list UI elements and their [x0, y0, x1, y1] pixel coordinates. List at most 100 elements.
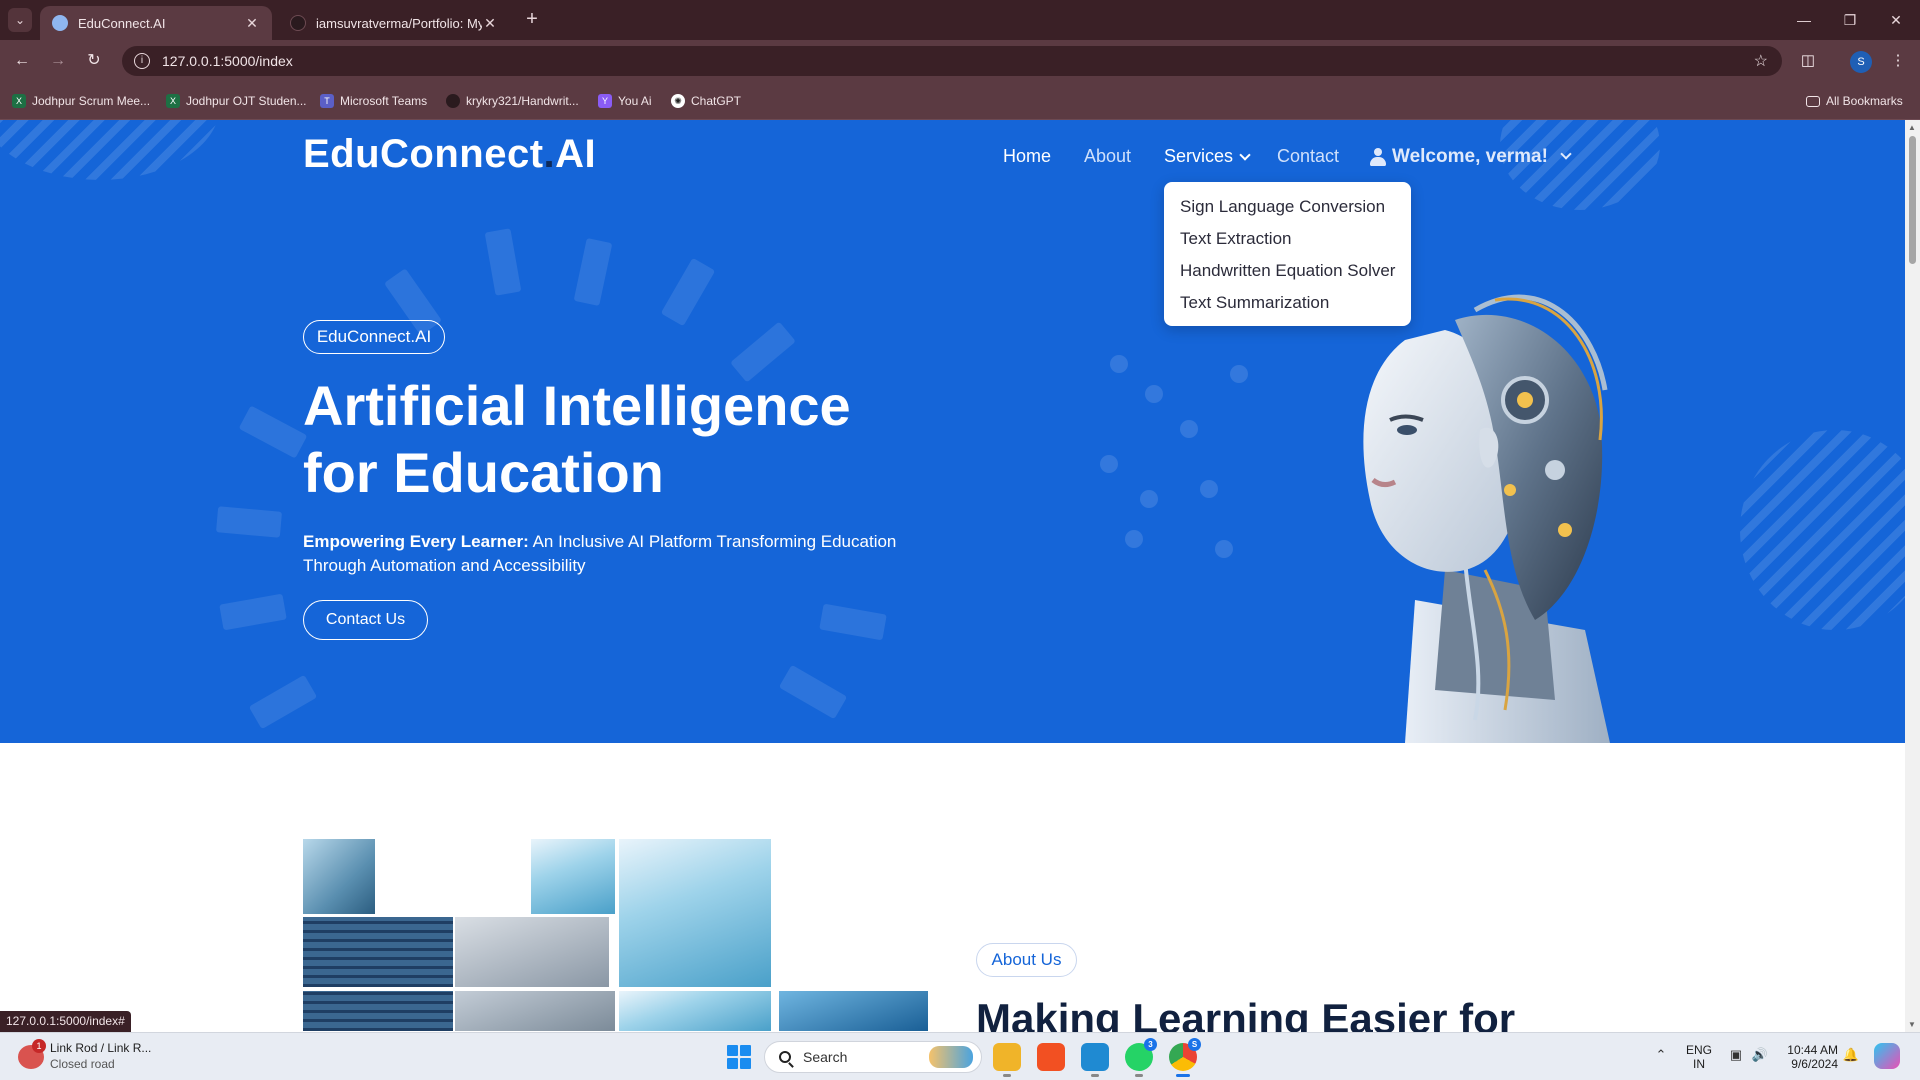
about-us-badge: About Us [976, 943, 1077, 977]
collage-tile [619, 991, 771, 1031]
forward-icon[interactable]: → [46, 49, 70, 73]
bookmark-label: Jodhpur OJT Studen... [186, 94, 307, 108]
ray-decoration [215, 506, 283, 538]
collage-tile [531, 839, 615, 914]
widget-title[interactable]: Link Rod / Link R... [50, 1041, 151, 1055]
reload-icon[interactable]: ↻ [82, 49, 106, 73]
bookmark-jodhpur-scrum[interactable]: X Jodhpur Scrum Mee... [12, 92, 150, 110]
screen: ⌄ EduConnect.AI ✕ iamsuvratverma/Portfol… [0, 0, 1920, 1080]
minimize-icon[interactable]: — [1784, 8, 1824, 32]
taskbar-search-placeholder: Search [803, 1049, 848, 1065]
lang-top: ENG [1686, 1043, 1713, 1057]
chevron-down-icon [1239, 149, 1251, 161]
collage-tile [303, 991, 453, 1031]
window-close-icon[interactable]: ✕ [1876, 8, 1916, 32]
nav-contact[interactable]: Contact [1277, 146, 1339, 167]
educonnect-favicon-icon [52, 15, 68, 31]
logo-text: EduConnect [303, 132, 544, 176]
nav-services[interactable]: Services [1164, 146, 1251, 167]
bookmark-github-handwriting[interactable]: krykry321/Handwrit... [446, 92, 579, 110]
chatgpt-icon: ✺ [671, 94, 685, 108]
nav-services-label: Services [1164, 146, 1234, 166]
whatsapp-icon[interactable]: 3 [1125, 1038, 1157, 1077]
ray-decoration [238, 405, 308, 459]
search-highlight-icon [929, 1046, 973, 1068]
dot-decoration [1145, 385, 1163, 403]
page-scrollbar[interactable]: ▲ ▼ [1905, 120, 1920, 1032]
clock-time: 10:44 AM [1787, 1043, 1838, 1057]
service-sign-language-conversion[interactable]: Sign Language Conversion [1164, 191, 1411, 223]
nav-home[interactable]: Home [1003, 146, 1051, 167]
bookmark-you-ai[interactable]: Y You Ai [598, 92, 652, 110]
extensions-icon[interactable]: ◫ [1796, 49, 1820, 73]
bookmark-star-icon[interactable]: ☆ [1754, 51, 1768, 71]
collage-tile [455, 917, 609, 987]
whatsapp-badge: 3 [1144, 1038, 1157, 1051]
web-page: EduConnect.AI Home About Services Contac… [0, 120, 1905, 1032]
scrollbar-thumb[interactable] [1909, 136, 1916, 264]
new-tab-button[interactable]: + [520, 8, 544, 32]
dot-decoration [1110, 355, 1128, 373]
dot-decoration [1140, 490, 1158, 508]
tab-title: iamsuvratverma/Portfolio: My p [316, 15, 482, 31]
bookmark-chatgpt[interactable]: ✺ ChatGPT [671, 92, 741, 110]
scroll-down-icon[interactable]: ▼ [1908, 1020, 1916, 1029]
network-icon[interactable]: ▣ [1727, 1047, 1745, 1065]
about-image-collage [303, 839, 928, 1031]
windows-start-icon[interactable] [727, 1045, 751, 1069]
file-explorer-icon[interactable] [993, 1043, 1021, 1077]
weather-badge: 1 [32, 1039, 46, 1053]
back-icon[interactable]: ← [10, 49, 34, 73]
vscode-icon[interactable] [1081, 1043, 1109, 1077]
chrome-icon[interactable]: S [1169, 1038, 1201, 1077]
profile-avatar[interactable]: S [1850, 51, 1872, 73]
tab-search-icon[interactable]: ⌄ [8, 8, 32, 32]
bookmark-label: Microsoft Teams [340, 94, 428, 108]
all-bookmarks-label: All Bookmarks [1826, 94, 1903, 108]
lang-bottom: IN [1693, 1057, 1705, 1071]
clock-date: 9/6/2024 [1791, 1057, 1838, 1071]
logo-suffix: AI [555, 132, 597, 176]
copilot-icon[interactable] [1874, 1043, 1900, 1069]
excel-icon: X [12, 94, 26, 108]
service-handwritten-equation-solver[interactable]: Handwritten Equation Solver [1164, 255, 1411, 287]
ray-decoration [660, 257, 716, 327]
service-text-summarization[interactable]: Text Summarization [1164, 287, 1411, 319]
notification-bell-icon[interactable]: 🔔 [1842, 1047, 1860, 1065]
volume-icon[interactable]: 🔊 [1751, 1047, 1769, 1065]
restore-icon[interactable]: ❐ [1830, 8, 1870, 32]
teams-icon: T [320, 94, 334, 108]
tab-close-icon[interactable]: ✕ [482, 15, 498, 32]
clock[interactable]: 10:44 AM 9/6/2024 [1782, 1043, 1838, 1071]
bookmark-microsoft-teams[interactable]: T Microsoft Teams [320, 92, 427, 110]
services-dropdown-menu: Sign Language Conversion Text Extraction… [1164, 182, 1411, 326]
hero-section: EduConnect.AI Home About Services Contac… [0, 120, 1905, 743]
taskbar-search[interactable]: Search [764, 1041, 982, 1073]
about-title: Making Learning Easier for [976, 995, 1516, 1032]
hero-subtitle-bold: Empowering Every Learner: [303, 532, 529, 551]
brave-icon[interactable] [1037, 1043, 1065, 1071]
bookmarks-bar: X Jodhpur Scrum Mee... X Jodhpur OJT Stu… [0, 82, 1920, 120]
logo-dot: . [543, 132, 556, 176]
contact-us-button[interactable]: Contact Us [303, 600, 428, 640]
language-indicator[interactable]: ENG IN [1686, 1043, 1712, 1071]
hero-title-line2: for Education [303, 441, 664, 504]
all-bookmarks[interactable]: All Bookmarks [1806, 92, 1903, 110]
tab-portfolio[interactable]: iamsuvratverma/Portfolio: My p ✕ [278, 6, 510, 40]
service-text-extraction[interactable]: Text Extraction [1164, 223, 1411, 255]
collage-tile [779, 991, 928, 1031]
scroll-up-icon[interactable]: ▲ [1908, 123, 1916, 132]
widget-subtitle: Closed road [50, 1057, 115, 1071]
bookmark-jodhpur-ojt[interactable]: X Jodhpur OJT Studen... [166, 92, 307, 110]
collage-tile [619, 839, 771, 987]
menu-kebab-icon[interactable]: ⋮ [1886, 49, 1910, 73]
chevron-up-icon[interactable]: ⌃ [1652, 1047, 1670, 1065]
welcome-label: Welcome, verma! [1392, 146, 1548, 167]
tab-educonnect[interactable]: EduConnect.AI ✕ [40, 6, 272, 40]
tab-close-icon[interactable]: ✕ [244, 15, 260, 32]
user-menu[interactable]: Welcome, verma! [1370, 146, 1572, 168]
site-info-icon[interactable]: i [134, 53, 150, 69]
address-bar[interactable]: i 127.0.0.1:5000/index ☆ [122, 46, 1782, 76]
nav-about[interactable]: About [1084, 146, 1131, 167]
site-logo[interactable]: EduConnect.AI [303, 132, 596, 177]
